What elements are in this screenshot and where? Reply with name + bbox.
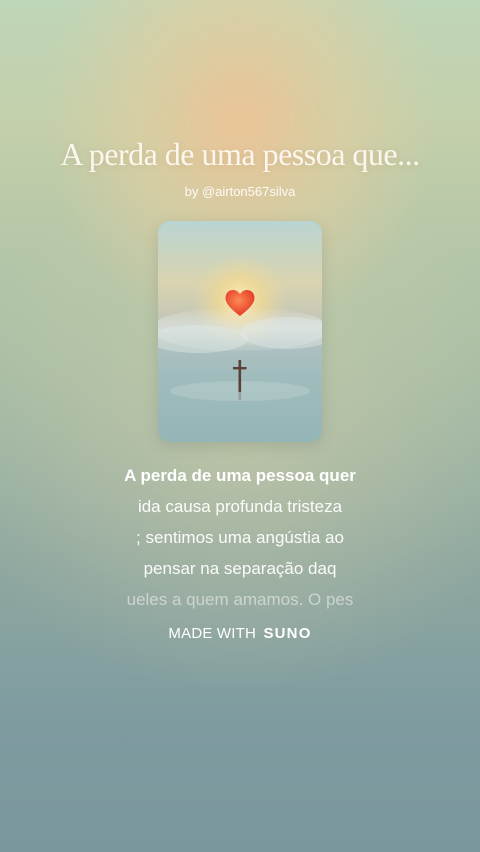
lyrics-panel: A perda de uma pessoa quer ida causa pro… — [0, 460, 480, 615]
artist-byline[interactable]: by @airton567silva — [0, 184, 480, 199]
cover-art-image — [158, 221, 322, 442]
suno-logo: SUNO — [263, 625, 312, 642]
lyric-line: ida causa profunda tristeza — [137, 497, 343, 516]
made-with-label: MADE WITH — [168, 625, 257, 642]
cover-art — [158, 221, 322, 442]
lyric-line: pensar na separação daq — [143, 559, 337, 578]
lyric-line-current: A perda de uma pessoa quer — [124, 466, 356, 485]
song-title: A perda de uma pessoa que... — [60, 136, 420, 172]
lyric-line-faded: ueles a quem amamos. O pes — [126, 590, 354, 609]
lyric-line: ; sentimos uma angústia ao — [136, 528, 344, 547]
made-with-suno-badge[interactable]: MADE WITH SUNO — [0, 625, 480, 642]
